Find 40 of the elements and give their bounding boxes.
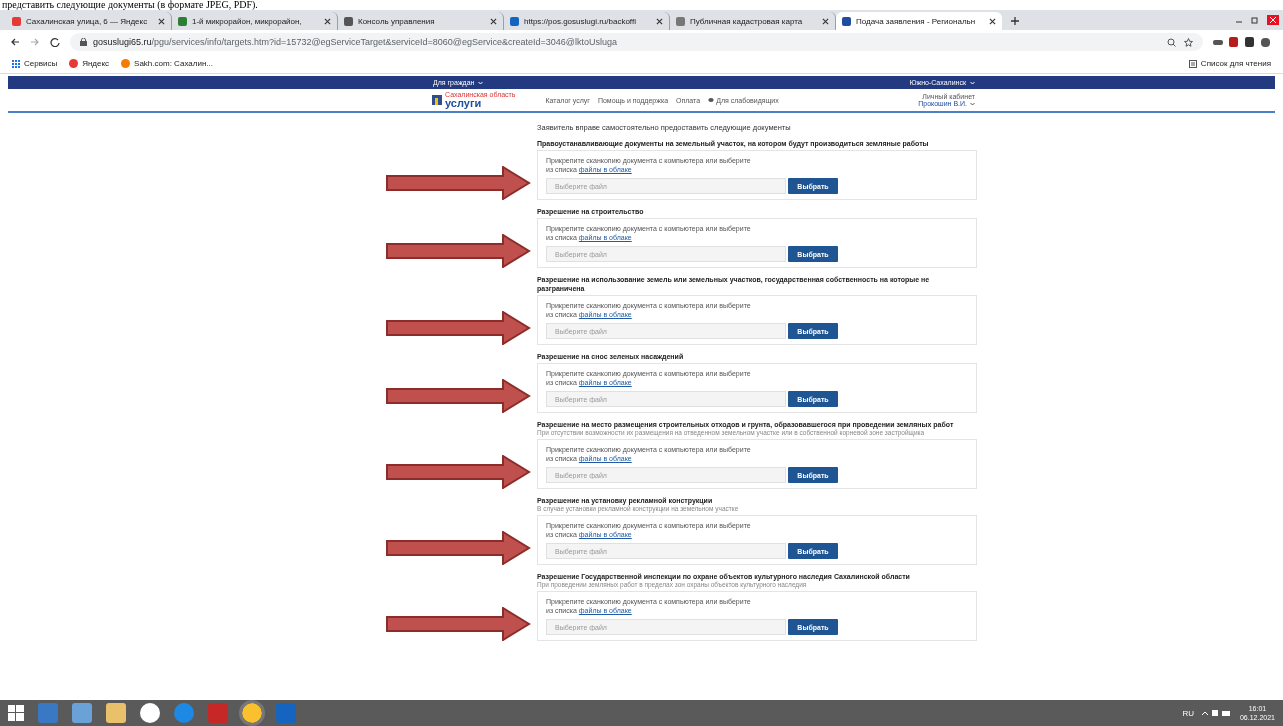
browser-tab[interactable]: Подача заявления - Региональн	[836, 12, 1002, 30]
close-icon[interactable]	[324, 17, 331, 25]
address-bar[interactable]: gosuslugi65.ru/pgu/services/info/targets.htm?id=15732@egServiceTarget&serviceId=8060@egService&createId=3046@lktoUsluga	[70, 33, 1203, 51]
chevron-icon	[478, 80, 484, 85]
close-icon[interactable]	[822, 17, 829, 25]
bookmark[interactable]: Sakh.com: Сахалин...	[121, 59, 213, 68]
reload-icon[interactable]	[50, 37, 60, 47]
apps-grid-icon	[12, 59, 20, 68]
close-icon[interactable]	[989, 17, 996, 25]
site-icon	[178, 16, 187, 26]
close-icon[interactable]	[490, 17, 497, 25]
star-icon[interactable]	[1184, 37, 1193, 47]
tray-icons-drawing[interactable]	[1201, 709, 1232, 717]
close-icon[interactable]	[158, 17, 165, 25]
site-icon	[842, 16, 851, 26]
chevron-icon	[970, 80, 975, 85]
list-icon	[1188, 59, 1197, 68]
bookmark[interactable]: Сервисы	[12, 59, 58, 68]
lock-icon	[80, 38, 87, 46]
site-icon	[344, 16, 353, 26]
new-tab-icon[interactable]	[1010, 16, 1020, 26]
logo-icon	[432, 95, 442, 105]
eye-icon	[708, 98, 715, 102]
restore-icon[interactable]	[1251, 16, 1259, 24]
site-icon	[69, 59, 79, 68]
close-icon[interactable]	[656, 17, 663, 25]
logo-text[interactable]: услуги	[445, 98, 516, 109]
language-indicator[interactable]: RU	[1182, 708, 1194, 718]
reading-list[interactable]: Список для чтения	[1188, 59, 1271, 68]
site-icon	[121, 59, 131, 68]
windows-start-icon[interactable]	[8, 705, 24, 721]
site-icon	[510, 16, 519, 26]
extension-icons-drawing[interactable]	[1213, 37, 1273, 47]
chevron-icon	[970, 101, 975, 106]
document-text: представить следующие документы (в формате JPEG, PDF).	[2, 0, 258, 10]
zoom-icon[interactable]	[1167, 37, 1176, 47]
back-icon[interactable]	[10, 37, 20, 47]
site-icon	[676, 16, 685, 26]
bookmark[interactable]: Яндекс	[69, 59, 110, 68]
site-icon	[12, 16, 21, 26]
